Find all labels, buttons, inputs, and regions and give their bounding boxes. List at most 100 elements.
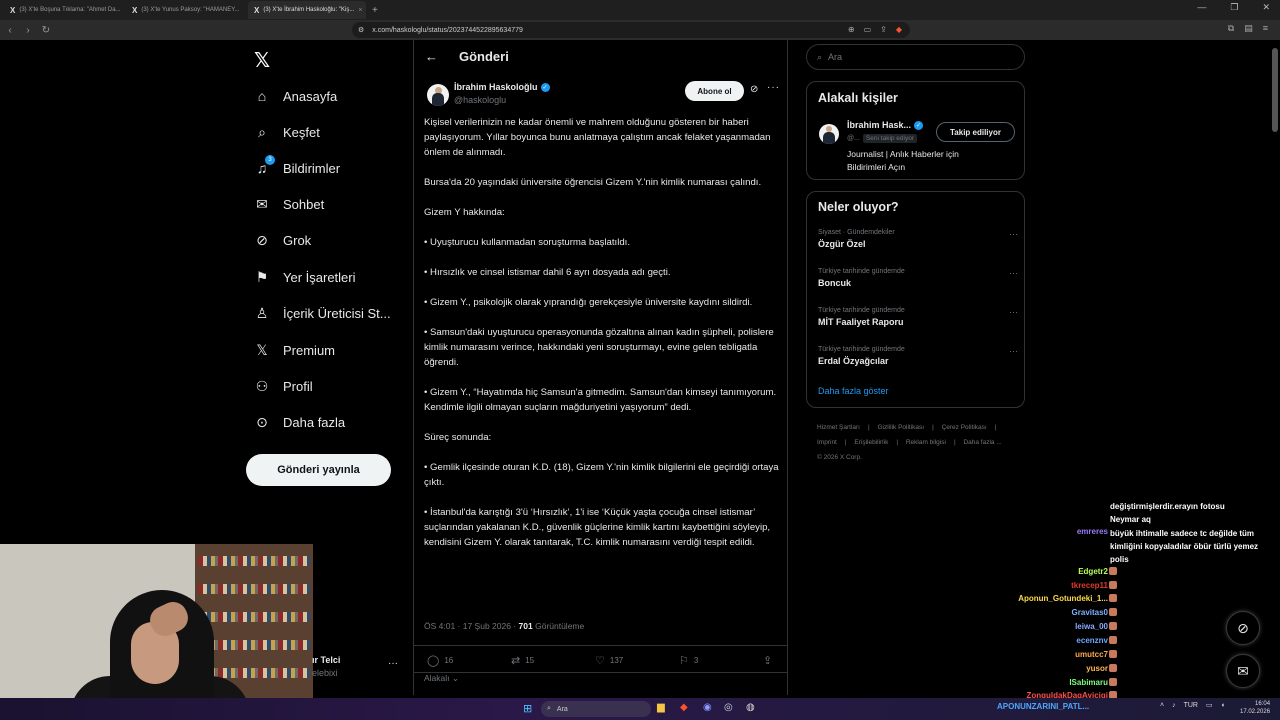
scroll-thumb[interactable] [1272,48,1278,132]
nav-item-bookmarks[interactable]: ⚑ Yer İşaretleri [254,265,404,289]
nav-item-creator-studio[interactable]: ♙ İçerik Üreticisi St... [254,301,404,325]
obs-icon[interactable]: ◍ [746,702,755,713]
show-more-link[interactable]: Daha fazla göster [818,386,889,396]
avatar[interactable] [819,124,839,144]
subscribe-button[interactable]: Abone ol [685,81,744,101]
extensions-icon[interactable]: ⧉ [1228,23,1234,34]
bookmark-count: 3 [693,656,699,665]
browser-tab[interactable]: X(3) X'te Yunus Paksoy: "HAMANEY...× [126,1,244,19]
related-dropdown[interactable]: Alakalı ⌄ [424,673,459,684]
sidebar-toggle-icon[interactable]: ▤ [1244,23,1253,34]
network-icon[interactable]: ▭ [1206,701,1213,709]
new-tab-icon[interactable]: + [372,5,378,16]
post-header: ← Gönderi [414,40,787,74]
x-logo-icon[interactable]: 𝕏 [254,48,270,73]
clock-time: 16:04 [1255,701,1271,707]
mic-icon[interactable]: ♪ [1172,702,1176,709]
cast-icon[interactable]: ▭ [864,25,872,34]
webcam-overlay [0,544,313,720]
page-title: Gönderi [459,49,509,64]
footer-link[interactable]: Çerez Politikası [942,424,987,431]
bookmark-button[interactable]: ⚐ 3 [679,654,698,667]
nav-item-profile[interactable]: ⚇ Profil [254,374,404,398]
trend-item[interactable]: Siyaset · Gündemdekiler Özgür Özel ··· [818,229,1018,249]
following-button[interactable]: Takip ediliyor [936,122,1015,142]
address-bar[interactable]: ⚙ x.com/haskologlu/status/20237445228956… [352,22,910,38]
grok-fab-button[interactable]: ⊘ [1226,611,1260,645]
avatar[interactable] [427,84,449,106]
trend-item[interactable]: Türkiye tarihinde gündemde Erdal Özyağcı… [818,346,1018,366]
more-options-icon[interactable]: ··· [388,658,398,669]
windows-start-icon[interactable]: ⊞ [523,702,532,715]
reply-button[interactable]: ◯ 16 [427,654,453,667]
search-input[interactable]: ⌕ Ara [806,44,1025,70]
nav-item-home[interactable]: ⌂ Anasayfa [254,84,404,108]
post-button[interactable]: Gönderi yayınla [246,454,391,486]
browser-extensions: ⧉ ▤ ≡ [1228,23,1268,34]
discord-icon[interactable]: ◉ [703,702,712,713]
nav-item-messages[interactable]: ✉ Sohbet [254,192,404,216]
minimize-icon[interactable]: — [1197,2,1206,13]
reload-icon[interactable]: ↻ [38,25,54,36]
taskbar-clock[interactable]: 16:04 17.02.2026 [1240,700,1270,716]
more-options-icon[interactable]: ··· [767,82,780,93]
view-count: 701 [518,621,533,631]
trend-context: Türkiye tarihinde gündemde [818,307,905,314]
back-icon[interactable]: ‹ [2,25,18,36]
grok-icon[interactable]: ⊘ [750,84,758,95]
footer-link[interactable]: Daha fazla ... [963,439,1001,446]
close-tab-icon[interactable]: × [358,7,362,14]
page-scrollbar[interactable] [1272,40,1278,695]
footer-link[interactable]: Imprint [817,439,837,446]
file-explorer-icon[interactable]: ▆ [657,702,665,713]
nav-item-premium[interactable]: 𝕏 Premium [254,338,404,362]
footer-link[interactable]: Gizlilik Politikası [877,424,924,431]
share-icon[interactable]: ⇪ [880,25,887,34]
zoom-icon[interactable]: ⊕ [848,25,855,34]
trend-item[interactable]: Türkiye tarihinde gündemde Boncuk ··· [818,268,1018,288]
nav-item-notifications[interactable]: ♫ 3 Bildirimler [254,155,404,180]
volume-icon[interactable]: ◖ [1221,702,1225,709]
close-tab-icon[interactable]: × [243,7,244,14]
steam-icon[interactable]: ◎ [724,702,733,713]
tweet-text: Kişisel verilerinizin ne kadar önemli ve… [424,115,779,565]
more-options-icon[interactable]: ··· [1009,307,1018,317]
menu-icon[interactable]: ≡ [1263,23,1268,34]
nav-item-more[interactable]: ⊙ Daha fazla [254,410,404,434]
nav-item-explore[interactable]: ⌕ Keşfet [254,120,404,144]
language-indicator[interactable]: TUR [1184,702,1198,709]
footer-link[interactable]: Hizmet Şartları [817,424,860,431]
browser-tab-active[interactable]: X (3) X'te İbrahim Haskoloğlu: "Kiş... × [248,1,366,19]
like-button[interactable]: ♡ 137 [595,654,623,667]
repost-button[interactable]: ⇄ 15 [511,654,534,667]
related-person-name-text: İbrahim Hask... [847,120,912,130]
author-handle[interactable]: @haskologlu [454,95,506,105]
author-name[interactable]: İbrahim Haskoloğlu ✓ [454,82,550,92]
trend-item[interactable]: Türkiye tarihinde gündemde MİT Faaliyet … [818,307,1018,327]
more-options-icon[interactable]: ··· [1009,229,1018,239]
repost-count: 15 [525,656,535,665]
timestamp-text[interactable]: ÖS 4:01 · 17 Şub 2026 · [424,621,516,631]
browser-tab[interactable]: X(3) X'te Boşuna Tıklama: "Ahmet Da...× [4,1,122,19]
footer-link[interactable]: Erişilebilirlik [854,439,888,446]
maximize-icon[interactable]: ❐ [1230,2,1238,13]
forward-icon[interactable]: › [20,25,36,36]
back-arrow-icon[interactable]: ← [425,49,438,64]
brave-shield-icon[interactable]: ◆ [896,25,902,34]
tweet-paragraph: Süreç sonunda: [424,432,492,443]
nav-item-grok[interactable]: ⊘ Grok [254,228,404,252]
more-options-icon[interactable]: ··· [1009,346,1018,356]
chat-username: Gravitas0 [1071,608,1108,617]
close-window-icon[interactable]: ✕ [1262,2,1270,13]
share-button[interactable]: ⇪ [763,654,772,667]
trend-name: Boncuk [818,278,852,288]
taskbar-search[interactable]: ⌕ Ara [541,701,651,717]
site-info-icon[interactable]: ⚙ [358,26,364,34]
brave-browser-icon[interactable]: ◆ [680,702,688,713]
chat-username: Aponun_Gotundeki_1... [1018,594,1108,603]
chevron-up-icon[interactable]: ˄ [1160,702,1164,709]
messages-fab-button[interactable]: ✉ [1226,654,1260,688]
footer-link[interactable]: Reklam bilgisi [906,439,946,446]
more-options-icon[interactable]: ··· [1009,268,1018,278]
related-person-name[interactable]: İbrahim Hask... ✓ [847,120,924,130]
